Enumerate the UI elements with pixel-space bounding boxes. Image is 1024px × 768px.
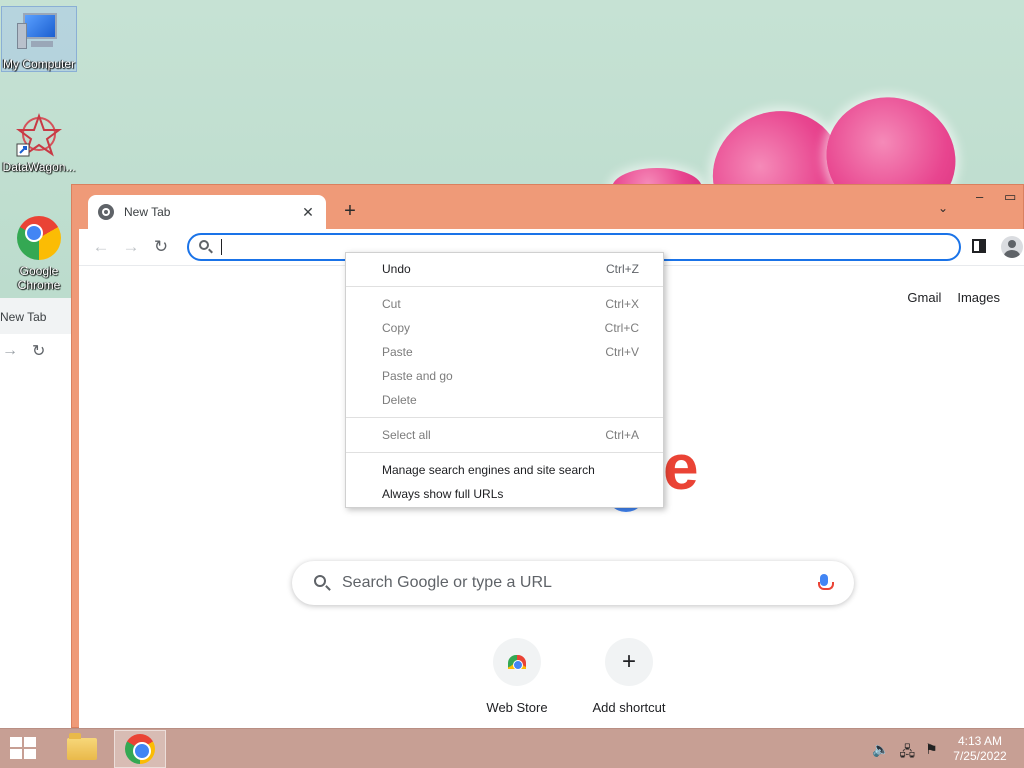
chrome-icon: [125, 734, 155, 764]
background-browser-window[interactable]: New Tab → ↻: [0, 298, 72, 728]
menu-item-shortcut: Ctrl+C: [604, 321, 639, 335]
network-icon[interactable]: 🖧: [899, 741, 915, 765]
shortcut-label: Web Store: [486, 700, 548, 715]
taskbar-clock[interactable]: 4:13 AM 7/25/2022: [950, 734, 1010, 764]
menu-item-shortcut: Ctrl+V: [605, 345, 639, 359]
system-tray: 🔈 🖧 ⚑: [872, 741, 938, 765]
top-links: Gmail Images: [907, 290, 1000, 305]
windows-logo-pane: [10, 749, 22, 759]
tab-new-tab[interactable]: New Tab ✕: [88, 195, 326, 229]
chrome-icon: [15, 216, 63, 262]
taskbar-google-chrome[interactable]: [114, 730, 166, 768]
menu-item-label: Cut: [382, 297, 401, 311]
tab-close-icon[interactable]: ✕: [300, 204, 316, 221]
menu-separator: [346, 452, 663, 453]
menu-item-cut[interactable]: Cut Ctrl+X: [346, 292, 663, 316]
chrome-favicon-icon: [98, 204, 114, 220]
desktop-icon-label: My Computer: [2, 57, 76, 71]
new-tab-button[interactable]: +: [340, 201, 360, 221]
shortcut-web-store[interactable]: Web Store: [467, 638, 567, 715]
menu-item-paste[interactable]: Paste Ctrl+V: [346, 340, 663, 364]
google-search-box[interactable]: [292, 561, 854, 605]
folder-icon: [67, 733, 97, 760]
forward-button[interactable]: →: [116, 237, 146, 257]
windows-logo-pane: [10, 737, 22, 747]
context-menu: Undo Ctrl+Z Cut Ctrl+X Copy Ctrl+C Paste…: [345, 252, 664, 508]
menu-item-shortcut: Ctrl+Z: [606, 262, 639, 276]
shortcut-label: Add shortcut: [592, 700, 666, 715]
windows-logo-pane: [24, 737, 36, 747]
tab-title: New Tab: [124, 205, 171, 219]
menu-item-label: Paste: [382, 345, 413, 359]
desktop-icon-google-chrome[interactable]: Google Chrome: [1, 214, 77, 294]
add-shortcut-icon: +: [605, 638, 653, 686]
menu-item-shortcut: Ctrl+A: [605, 428, 639, 442]
menu-item-select-all[interactable]: Select all Ctrl+A: [346, 423, 663, 447]
menu-item-paste-and-go[interactable]: Paste and go: [346, 364, 663, 388]
google-logo-letter: e: [663, 431, 699, 503]
background-tab-label: New Tab: [0, 310, 47, 324]
taskbar-file-explorer[interactable]: [56, 730, 108, 768]
taskbar: 🔈 🖧 ⚑ 4:13 AM 7/25/2022: [0, 728, 1024, 768]
microphone-icon[interactable]: [818, 574, 834, 590]
minimize-button[interactable]: –: [976, 189, 983, 204]
clock-time: 4:13 AM: [957, 734, 1003, 748]
side-panel-icon[interactable]: [972, 239, 986, 253]
web-store-tile: [493, 638, 541, 686]
reload-icon[interactable]: ↻: [32, 341, 45, 361]
menu-item-always-show-full-urls[interactable]: Always show full URLs: [346, 482, 663, 506]
menu-item-manage-search-engines[interactable]: Manage search engines and site search: [346, 458, 663, 482]
text-caret: [221, 239, 222, 255]
menu-item-copy[interactable]: Copy Ctrl+C: [346, 316, 663, 340]
background-toolbar: → ↻: [0, 334, 71, 368]
desktop-icon-my-computer[interactable]: My Computer: [1, 6, 77, 72]
action-center-flag-icon[interactable]: ⚑: [925, 741, 938, 765]
web-store-icon: [508, 655, 526, 670]
background-tab[interactable]: New Tab: [0, 298, 71, 334]
datawagon-icon: [15, 112, 63, 158]
shortcut-add[interactable]: + Add shortcut: [579, 638, 679, 715]
start-button[interactable]: [10, 737, 38, 761]
windows-logo-pane: [24, 749, 36, 759]
search-icon: [199, 240, 209, 250]
menu-item-delete[interactable]: Delete: [346, 388, 663, 412]
menu-item-shortcut: Ctrl+X: [605, 297, 639, 311]
menu-separator: [346, 417, 663, 418]
google-search-input[interactable]: [342, 573, 782, 593]
menu-item-undo[interactable]: Undo Ctrl+Z: [346, 257, 663, 281]
menu-item-label: Paste and go: [382, 369, 453, 383]
clock-date: 7/25/2022: [953, 749, 1007, 763]
profile-avatar-icon[interactable]: [1001, 236, 1023, 258]
maximize-button[interactable]: ▭: [1004, 189, 1016, 205]
menu-item-label: Delete: [382, 393, 417, 407]
search-icon: [314, 575, 326, 587]
menu-item-label: Copy: [382, 321, 411, 335]
volume-muted-icon[interactable]: 🔈: [872, 741, 889, 765]
images-link[interactable]: Images: [957, 290, 1000, 305]
computer-icon: [15, 9, 63, 55]
desktop-icon-datawagon[interactable]: DataWagon...: [1, 110, 77, 174]
forward-arrow-icon[interactable]: →: [2, 342, 18, 360]
menu-item-label: Always show full URLs: [382, 487, 504, 501]
tab-search-chevron-icon[interactable]: ⌄: [938, 201, 948, 215]
reload-button[interactable]: ↻: [146, 237, 176, 257]
menu-item-label: Select all: [382, 428, 431, 442]
menu-separator: [346, 286, 663, 287]
tab-strip: New Tab ✕ + ⌄ – ▭: [72, 185, 1023, 229]
desktop-icon-label: Google Chrome: [17, 264, 61, 292]
menu-item-label: Manage search engines and site search: [382, 463, 595, 477]
gmail-link[interactable]: Gmail: [907, 290, 941, 305]
menu-item-label: Undo: [382, 262, 411, 276]
back-button[interactable]: ←: [86, 237, 116, 257]
desktop-icon-label: DataWagon...: [2, 160, 76, 174]
